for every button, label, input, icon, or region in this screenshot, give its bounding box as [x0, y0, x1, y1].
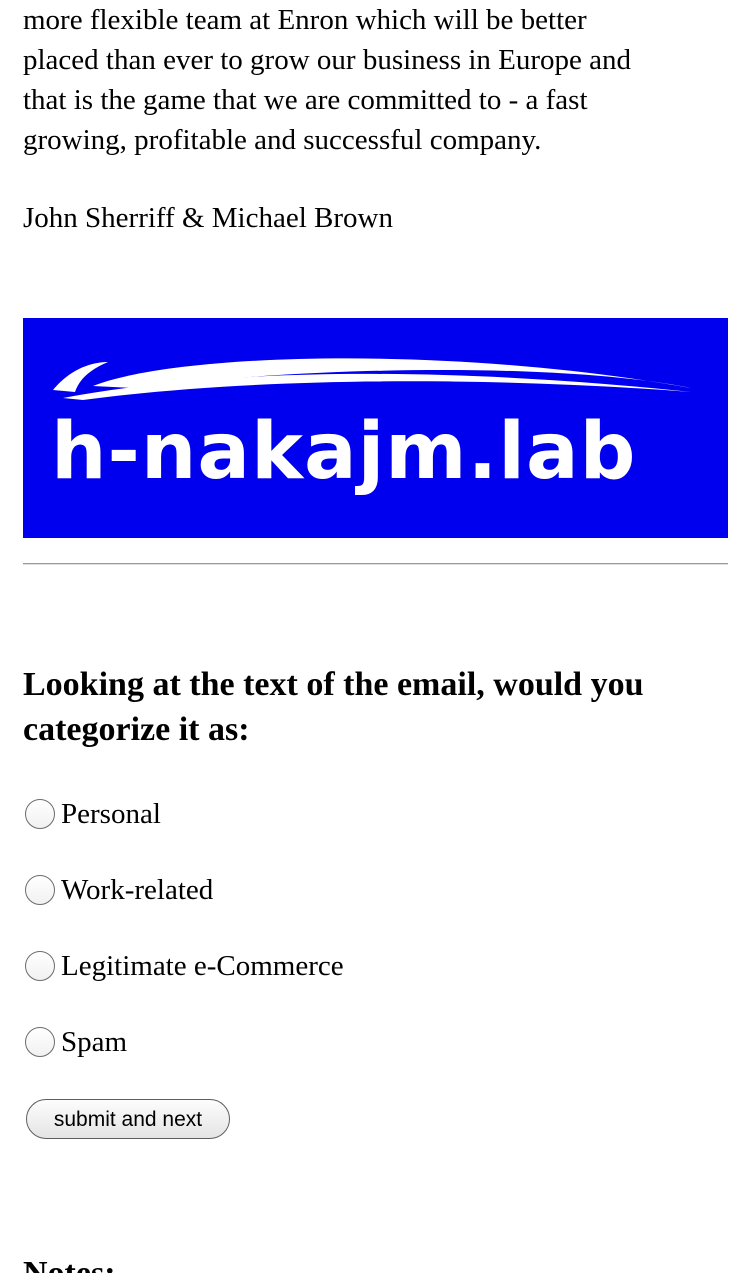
email-line: that is the game that we are committed t…	[23, 84, 588, 116]
lab-logo-banner: h-nakajm.lab	[23, 318, 728, 538]
option-personal[interactable]: Personal	[25, 794, 161, 834]
radio-button[interactable]	[25, 799, 55, 829]
email-body-text: more flexible team at Enron which will b…	[23, 0, 723, 160]
option-label: Spam	[61, 1026, 128, 1058]
email-line: growing, profitable and successful compa…	[23, 124, 542, 156]
email-line: more flexible team at Enron which will b…	[23, 4, 587, 36]
horizontal-rule	[23, 563, 728, 565]
option-label: Work-related	[61, 874, 214, 906]
option-legitimate-ecommerce[interactable]: Legitimate e-Commerce	[25, 946, 344, 986]
email-signature: John Sherriff & Michael Brown	[23, 202, 393, 234]
option-label: Legitimate e-Commerce	[61, 950, 344, 982]
notes-heading: Notes:	[23, 1251, 116, 1273]
option-label: Personal	[61, 798, 161, 830]
radio-button[interactable]	[25, 875, 55, 905]
lab-logo-text: h-nakajm.lab	[51, 407, 637, 497]
option-work-related[interactable]: Work-related	[25, 870, 213, 910]
category-question: Looking at the text of the email, would …	[23, 666, 644, 748]
option-spam[interactable]: Spam	[25, 1022, 127, 1062]
radio-button[interactable]	[25, 1027, 55, 1057]
email-line: placed than ever to grow our business in…	[23, 44, 632, 76]
submit-and-next-button[interactable]: submit and next	[26, 1099, 230, 1139]
radio-button[interactable]	[25, 951, 55, 981]
